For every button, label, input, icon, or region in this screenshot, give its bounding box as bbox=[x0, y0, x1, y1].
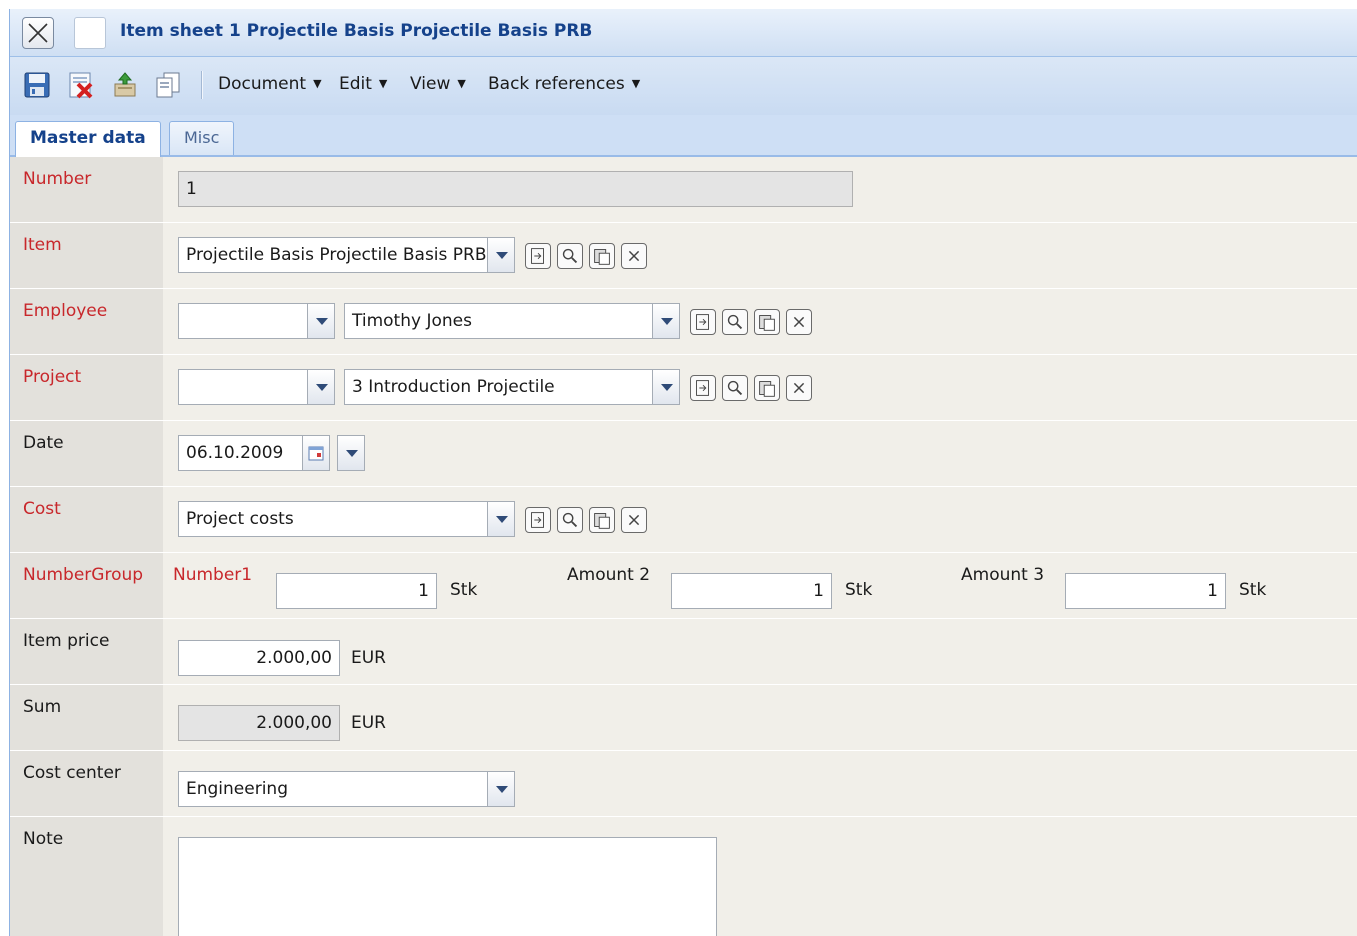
paste-icon[interactable] bbox=[589, 507, 615, 533]
paste-icon[interactable] bbox=[754, 375, 780, 401]
dropdown-arrow-icon: ▼ bbox=[313, 77, 322, 90]
employee-label: Employee bbox=[23, 301, 108, 321]
clear-icon[interactable] bbox=[621, 243, 647, 269]
cost-label: Cost bbox=[23, 499, 61, 519]
paste-icon[interactable] bbox=[589, 243, 615, 269]
clear-icon[interactable] bbox=[786, 309, 812, 335]
note-label: Note bbox=[23, 829, 64, 849]
dropdown-arrow-icon: ▼ bbox=[457, 77, 466, 90]
row-cost: Cost Project costs bbox=[10, 487, 1357, 553]
sum-field: 2.000,00 bbox=[178, 705, 340, 741]
clear-icon[interactable] bbox=[786, 375, 812, 401]
open-icon[interactable] bbox=[690, 375, 716, 401]
copy-icon[interactable] bbox=[153, 70, 183, 100]
item-price-label: Item price bbox=[23, 631, 110, 651]
item-price-unit: EUR bbox=[351, 648, 386, 668]
delete-icon[interactable] bbox=[66, 70, 96, 100]
menu-document[interactable]: Document ▼ bbox=[218, 74, 322, 94]
employee-prefix-dropdown-button[interactable] bbox=[307, 303, 335, 339]
item-dropdown-button[interactable] bbox=[487, 237, 515, 273]
number1-field[interactable]: 1 bbox=[276, 573, 437, 609]
project-label: Project bbox=[23, 367, 82, 387]
employee-dropdown-button[interactable] bbox=[652, 303, 680, 339]
close-icon bbox=[28, 23, 48, 43]
open-icon[interactable] bbox=[525, 507, 551, 533]
menu-view-label: View bbox=[410, 74, 451, 94]
number1-unit: Stk bbox=[450, 580, 478, 600]
row-project: Project 3 Introduction Projectile bbox=[10, 355, 1357, 421]
search-icon[interactable] bbox=[722, 375, 748, 401]
save-icon[interactable] bbox=[22, 70, 52, 100]
row-item: Item Projectile Basis Projectile Basis P… bbox=[10, 223, 1357, 289]
search-icon[interactable] bbox=[557, 507, 583, 533]
amount3-label: Amount 3 bbox=[961, 565, 1045, 585]
search-icon[interactable] bbox=[722, 309, 748, 335]
calendar-icon bbox=[308, 446, 324, 461]
item-price-field[interactable]: 2.000,00 bbox=[178, 640, 340, 676]
amount3-unit: Stk bbox=[1239, 580, 1267, 600]
date-dropdown-button[interactable] bbox=[337, 435, 365, 471]
dropdown-arrow-icon: ▼ bbox=[631, 77, 641, 90]
open-icon[interactable] bbox=[525, 243, 551, 269]
tab-master-data[interactable]: Master data bbox=[15, 121, 161, 157]
amount2-unit: Stk bbox=[845, 580, 873, 600]
project-combo[interactable]: 3 Introduction Projectile bbox=[344, 369, 653, 405]
numbergroup-label: NumberGroup bbox=[23, 565, 144, 585]
cost-center-combo[interactable]: Engineering bbox=[178, 771, 488, 807]
item-combo[interactable]: Projectile Basis Projectile Basis PRB bbox=[178, 237, 488, 273]
row-cost-center: Cost center Engineering bbox=[10, 751, 1357, 817]
title-bar: Item sheet 1 Projectile Basis Projectile… bbox=[10, 9, 1357, 57]
paste-icon[interactable] bbox=[754, 309, 780, 335]
toolbar-separator bbox=[201, 71, 203, 99]
dropdown-arrow-icon: ▼ bbox=[378, 77, 388, 90]
amount2-field[interactable]: 1 bbox=[671, 573, 832, 609]
clear-icon[interactable] bbox=[621, 507, 647, 533]
amount3-field[interactable]: 1 bbox=[1065, 573, 1226, 609]
tab-strip: Master data Misc bbox=[10, 115, 1357, 157]
cost-center-dropdown-button[interactable] bbox=[487, 771, 515, 807]
row-sum: Sum 2.000,00 EUR bbox=[10, 685, 1357, 751]
row-numbergroup: NumberGroup Number1 1 Stk Amount 2 1 Stk… bbox=[10, 553, 1357, 619]
menu-back-references-label: Back references bbox=[488, 74, 625, 94]
sum-unit: EUR bbox=[351, 713, 386, 733]
sum-label: Sum bbox=[23, 697, 62, 717]
cost-center-label: Cost center bbox=[23, 763, 121, 783]
employee-prefix-combo[interactable] bbox=[178, 303, 308, 339]
row-note: Note bbox=[10, 817, 1357, 936]
cost-dropdown-button[interactable] bbox=[487, 501, 515, 537]
date-field[interactable]: 06.10.2009 bbox=[178, 435, 303, 471]
project-prefix-dropdown-button[interactable] bbox=[307, 369, 335, 405]
select-checkbox[interactable] bbox=[74, 17, 106, 49]
open-icon[interactable] bbox=[690, 309, 716, 335]
menu-document-label: Document bbox=[218, 74, 307, 94]
menu-back-references[interactable]: Back references ▼ bbox=[488, 74, 640, 94]
menu-edit[interactable]: Edit ▼ bbox=[339, 74, 387, 94]
project-prefix-combo[interactable] bbox=[178, 369, 308, 405]
calendar-button[interactable] bbox=[302, 435, 330, 471]
date-label: Date bbox=[23, 433, 64, 453]
item-sheet-window: Item sheet 1 Projectile Basis Projectile… bbox=[9, 9, 1357, 936]
row-number: Number 1 bbox=[10, 157, 1357, 223]
tab-misc[interactable]: Misc bbox=[169, 121, 235, 155]
item-label: Item bbox=[23, 235, 62, 255]
number1-label: Number1 bbox=[173, 565, 253, 585]
amount2-label: Amount 2 bbox=[567, 565, 651, 585]
note-textarea[interactable] bbox=[178, 837, 717, 936]
menu-edit-label: Edit bbox=[339, 74, 372, 94]
search-icon[interactable] bbox=[557, 243, 583, 269]
project-dropdown-button[interactable] bbox=[652, 369, 680, 405]
number-field[interactable]: 1 bbox=[178, 171, 853, 207]
export-icon[interactable] bbox=[110, 70, 140, 100]
row-date: Date 06.10.2009 bbox=[10, 421, 1357, 487]
row-item-price: Item price 2.000,00 EUR bbox=[10, 619, 1357, 685]
menu-view[interactable]: View ▼ bbox=[410, 74, 466, 94]
number-label: Number bbox=[23, 169, 92, 189]
toolbar: Document ▼ Edit ▼ View ▼ Back references ▼ bbox=[10, 57, 1357, 116]
window-title: Item sheet 1 Projectile Basis Projectile… bbox=[120, 21, 593, 41]
employee-combo[interactable]: Timothy Jones bbox=[344, 303, 653, 339]
close-button[interactable] bbox=[22, 17, 54, 49]
row-employee: Employee Timothy Jones bbox=[10, 289, 1357, 355]
cost-combo[interactable]: Project costs bbox=[178, 501, 488, 537]
